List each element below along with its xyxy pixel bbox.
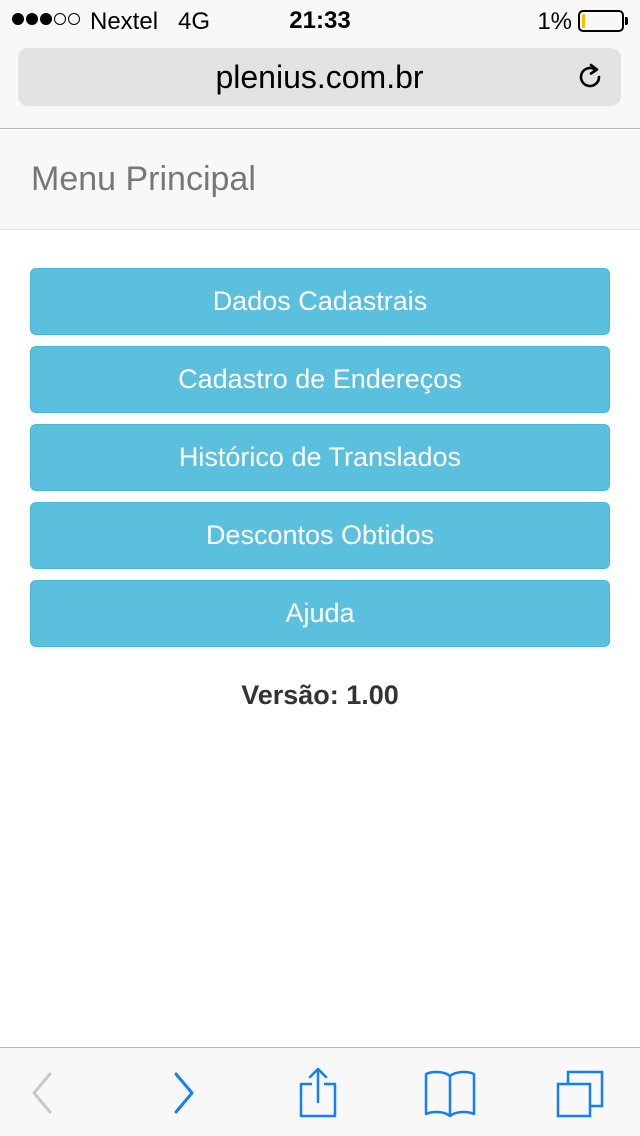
historico-translados-button[interactable]: Histórico de Translados xyxy=(30,424,610,491)
battery-icon xyxy=(578,10,628,32)
browser-toolbar xyxy=(0,1047,640,1136)
tabs-icon[interactable] xyxy=(554,1068,610,1118)
url-text[interactable]: plenius.com.br xyxy=(18,48,621,106)
page-header: Menu Principal xyxy=(0,130,640,230)
forward-icon[interactable] xyxy=(156,1068,212,1118)
ajuda-button[interactable]: Ajuda xyxy=(30,580,610,647)
battery-percent: 1% xyxy=(537,8,572,35)
back-icon[interactable] xyxy=(14,1068,70,1118)
browser-chrome: Nextel 4G 21:33 1% plenius.com.br xyxy=(0,0,640,129)
reload-icon[interactable] xyxy=(575,62,605,92)
share-icon[interactable] xyxy=(290,1068,346,1118)
cadastro-enderecos-button[interactable]: Cadastro de Endereços xyxy=(30,346,610,413)
status-bar: Nextel 4G 21:33 1% xyxy=(0,0,640,40)
descontos-obtidos-button[interactable]: Descontos Obtidos xyxy=(30,502,610,569)
bookmarks-icon[interactable] xyxy=(422,1068,478,1118)
dados-cadastrais-button[interactable]: Dados Cadastrais xyxy=(30,268,610,335)
main-menu: Dados Cadastrais Cadastro de Endereços H… xyxy=(30,268,610,658)
version-label: Versão: 1.00 xyxy=(241,680,399,710)
address-bar[interactable]: plenius.com.br xyxy=(18,48,621,106)
page-title: Menu Principal xyxy=(31,160,256,198)
